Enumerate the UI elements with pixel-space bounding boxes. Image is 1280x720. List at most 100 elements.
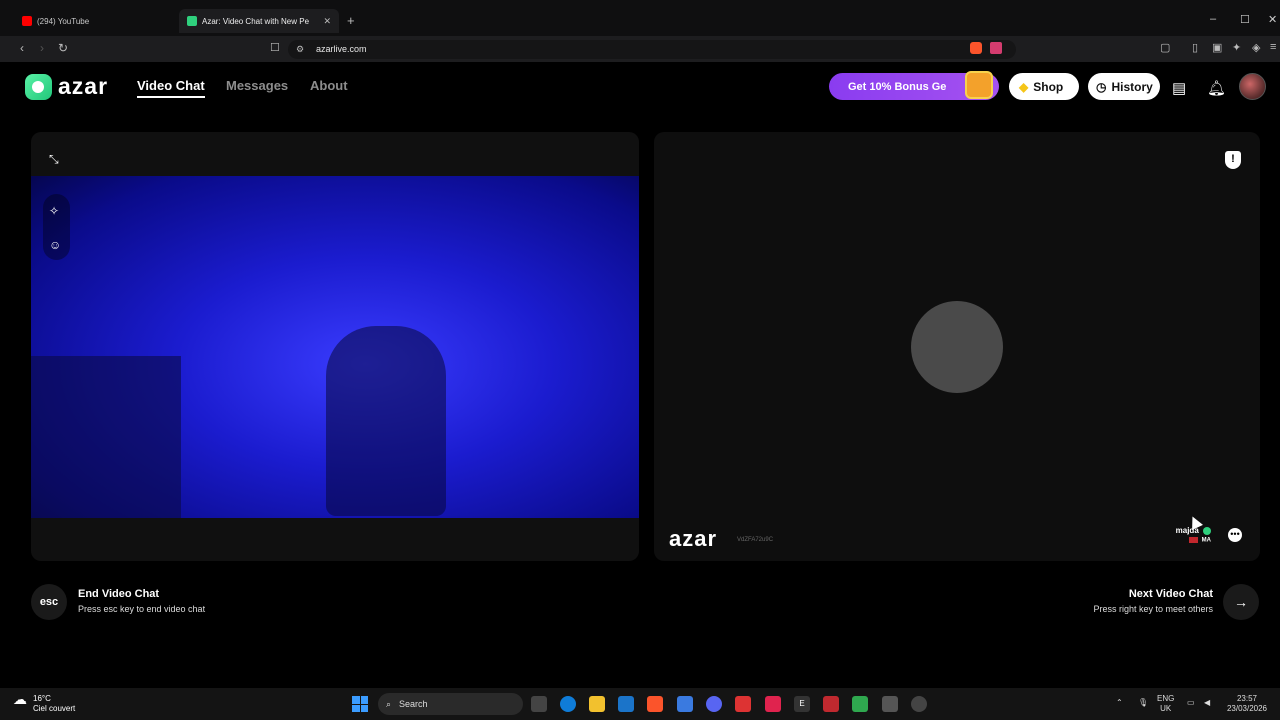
shop-label: Shop	[1033, 79, 1064, 94]
epic-games-icon[interactable]: E	[794, 696, 810, 712]
close-window-button[interactable]: ✕	[1268, 13, 1277, 26]
store-icon[interactable]	[677, 696, 693, 712]
minimize-button[interactable]: –	[1210, 13, 1216, 25]
history-button[interactable]: ◷ History	[1088, 73, 1160, 100]
report-shield-icon[interactable]: !	[1225, 151, 1241, 169]
cloud-icon: ☁	[13, 691, 27, 707]
minimize-video-icon[interactable]: ⤡	[49, 152, 59, 167]
app-tools-icon[interactable]	[882, 696, 898, 712]
app-a-icon[interactable]	[823, 696, 839, 712]
end-chat-subtitle: Press esc key to end video chat	[78, 604, 206, 614]
leo-ai-icon[interactable]: ✦	[1232, 41, 1241, 54]
time: 23:57	[1236, 694, 1258, 703]
region: UK	[1160, 704, 1172, 713]
azar-favicon-icon	[187, 16, 197, 26]
brave-taskbar-icon[interactable]	[647, 696, 663, 712]
remote-watermark-logo: azar	[669, 526, 718, 551]
tab-title: Azar: Video Chat with New Pe	[202, 16, 310, 26]
taskbar-search[interactable]: ⌕ Search	[378, 693, 523, 715]
forward-arrow-icon[interactable]: ›	[40, 41, 44, 55]
menu-icon[interactable]: ≡	[1270, 41, 1276, 53]
azar-logo-icon	[25, 73, 52, 100]
bell-icon[interactable]: 🔔︎	[1207, 79, 1226, 97]
chat-bubble-icon[interactable]: •••	[1228, 528, 1242, 542]
close-tab-icon[interactable]: ✕	[323, 16, 331, 27]
address-bar[interactable]: ⚙ azarlive.com	[288, 40, 1016, 59]
browser-toolbar: ‹ › ↻ ☐ ⚙ azarlive.com ▢ ▯ ▣ ✦ ◈ ≡	[0, 36, 1280, 62]
tab-azar[interactable]: Azar: Video Chat with New Pe ✕	[179, 9, 339, 33]
remote-country: MA	[1201, 537, 1211, 544]
back-arrow-icon[interactable]: ‹	[20, 41, 24, 55]
search-icon: ⌕	[386, 698, 392, 709]
end-chat-esc-button[interactable]: esc	[31, 584, 67, 620]
treasure-chest-icon	[965, 71, 993, 99]
browser-tab-bar: (294) YouTube Azar: Video Chat with New …	[0, 0, 1280, 36]
app-red-icon[interactable]	[735, 696, 751, 712]
local-video-feed	[31, 176, 639, 518]
screenshot-icon[interactable]: ▢	[1160, 41, 1170, 54]
remote-user-info[interactable]: majda MA	[1163, 526, 1211, 544]
tab-title: (294) YouTube	[37, 16, 90, 26]
brave-rewards-icon[interactable]	[990, 42, 1002, 54]
app-circle-icon[interactable]	[911, 696, 927, 712]
history-label: History	[1111, 79, 1153, 94]
nav-messages[interactable]: Messages	[226, 78, 288, 93]
reload-icon[interactable]: ↻	[58, 41, 68, 55]
file-explorer-icon[interactable]	[589, 696, 605, 712]
shop-button[interactable]: ◆ Shop	[1009, 73, 1079, 100]
magic-wand-icon[interactable]: ✧	[49, 204, 59, 218]
clock[interactable]: 23:57 23/03/2026	[1224, 694, 1270, 714]
youtube-favicon-icon	[22, 16, 32, 26]
windows-start-icon[interactable]	[352, 696, 368, 712]
clock-icon: ◷	[1096, 79, 1107, 94]
remote-video-panel: ! azar VdZFA72u9C majda MA •••	[654, 132, 1260, 561]
task-view-icon[interactable]	[531, 696, 547, 712]
wallet-icon[interactable]: ▣	[1212, 41, 1222, 54]
tab-youtube[interactable]: (294) YouTube	[14, 9, 174, 33]
azar-logo[interactable]: azar	[25, 73, 108, 100]
new-tab-button[interactable]: +	[347, 13, 355, 28]
site-settings-icon[interactable]: ⚙	[296, 44, 304, 55]
promo-label: Get 10% Bonus Ge	[848, 80, 947, 93]
nav-about[interactable]: About	[310, 78, 348, 93]
outlook-icon[interactable]	[618, 696, 634, 712]
vpn-icon[interactable]: ◈	[1252, 41, 1260, 54]
date: 23/03/2026	[1226, 704, 1268, 713]
user-avatar[interactable]	[1239, 73, 1266, 100]
person-silhouette	[326, 326, 446, 516]
next-chat-arrow-button[interactable]: →	[1223, 584, 1259, 620]
nav-video-chat[interactable]: Video Chat	[137, 78, 205, 98]
weather-description: Ciel couvert	[33, 704, 76, 713]
language-indicator[interactable]: ENG UK	[1157, 694, 1174, 714]
app-green-icon[interactable]	[852, 696, 868, 712]
microphone-icon[interactable]: 🎙︎	[1138, 698, 1148, 708]
edge-icon[interactable]	[560, 696, 576, 712]
windows-taskbar: ☁ 16°C Ciel couvert ⌕ Search E ⌃ 🎙︎ ENG …	[0, 688, 1280, 720]
inbox-icon[interactable]: ▤	[1172, 79, 1186, 97]
logo-text: azar	[58, 73, 109, 99]
next-chat-title[interactable]: Next Video Chat	[1009, 588, 1213, 600]
verified-icon	[1203, 526, 1211, 535]
next-chat-subtitle: Press right key to meet others	[1093, 604, 1213, 614]
tray-chevron-icon[interactable]: ⌃	[1116, 698, 1123, 708]
weather-widget[interactable]: ☁ 16°C Ciel couvert	[13, 691, 76, 714]
network-icon[interactable]: ▭	[1187, 698, 1195, 708]
url-text: azarlive.com	[316, 44, 367, 54]
temperature: 16°C	[33, 694, 51, 703]
search-placeholder: Search	[399, 699, 428, 709]
flag-icon	[1188, 537, 1198, 543]
maximize-button[interactable]: ☐	[1240, 13, 1250, 26]
app-pink-icon[interactable]	[765, 696, 781, 712]
local-video-panel: ⤡ ✧ ☺	[31, 132, 639, 561]
bonus-promo-button[interactable]: Get 10% Bonus Ge	[829, 71, 999, 100]
brave-shields-icon[interactable]	[970, 42, 982, 54]
monitor-shape	[31, 356, 181, 518]
end-chat-title[interactable]: End Video Chat	[78, 588, 159, 600]
volume-icon[interactable]: ◀︎	[1204, 698, 1210, 708]
discord-icon[interactable]	[706, 696, 722, 712]
bookmark-icon[interactable]: ☐	[270, 41, 280, 54]
face-filter-icon[interactable]: ☺	[49, 238, 61, 252]
sidebar-icon[interactable]: ▯	[1192, 41, 1198, 54]
gem-icon: ◆	[1019, 79, 1029, 94]
session-id: VdZFA72u9C	[737, 537, 774, 543]
